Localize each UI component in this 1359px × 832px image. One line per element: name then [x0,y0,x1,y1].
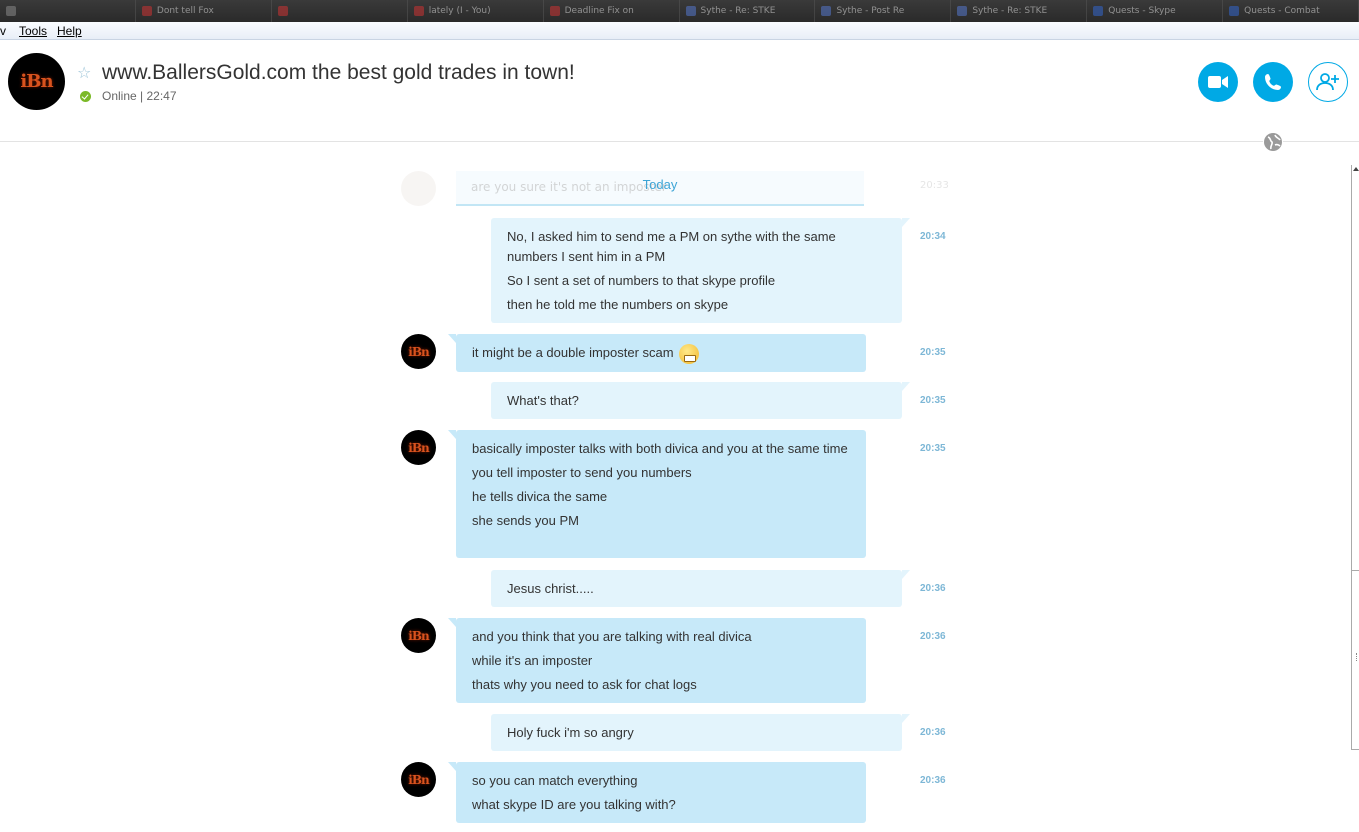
message-text: Holy fuck i'm so angry [507,725,634,740]
menu-tools[interactable]: Tools [19,24,47,38]
message-text: you tell imposter to send you numbers [472,465,692,480]
incoming-message[interactable]: and you think that you are talking with … [448,618,866,703]
message-timestamp: 20:35 [920,347,946,358]
message-text: what skype ID are you talking with? [472,797,676,812]
taskbar-item-label: Dont tell Fox [156,6,214,16]
taskbar-app-icon [6,6,16,16]
avatar-logo: iBn [408,628,429,643]
phone-icon [1265,74,1281,90]
taskbar-item-label: lately (I - You) [428,6,491,16]
message-text: No, I asked him to send me a PM on sythe… [507,229,836,264]
message-text: and you think that you are talking with … [472,629,752,644]
grimace-emoji [679,343,700,364]
online-status-icon [80,91,91,102]
taskbar-item[interactable]: Quests - Skype [1087,0,1224,22]
taskbar-item[interactable]: lately (I - You) [408,0,544,22]
chat-scrollbar[interactable] [1351,165,1359,750]
avatar-logo: iBn [20,71,53,92]
faded-avatar [401,171,436,206]
avatar-logo: iBn [408,344,429,359]
taskbar-app-icon [1093,6,1104,16]
message-text: basically imposter talks with both divic… [472,441,848,456]
message-text: while it's an imposter [472,653,593,668]
taskbar-item-label: Deadline Fix on [564,6,634,16]
taskbar-item[interactable]: Dont tell Fox [136,0,272,22]
message-timestamp: 20:35 [920,395,946,406]
taskbar-app-icon [821,6,832,16]
message-timestamp: 20:36 [920,583,946,594]
message-text: so you can match everything [472,773,638,788]
taskbar-item-label: Sythe - Post Re [836,6,905,16]
message-text: Jesus christ..... [507,581,594,596]
outgoing-message[interactable]: Jesus christ..... [491,570,910,607]
video-call-button[interactable] [1198,62,1238,102]
taskbar-item-label: Quests - Skype [1108,6,1176,16]
taskbar-item[interactable]: Sythe - Post Re [815,0,952,22]
taskbar-app-icon [141,6,152,16]
taskbar-item[interactable]: Quests - Combat [1223,0,1359,22]
sender-avatar[interactable]: iBn [401,618,436,653]
taskbar-item[interactable]: Deadline Fix on [544,0,680,22]
menu-help[interactable]: Help [57,24,82,38]
taskbar-item[interactable]: Sythe - Re: STKE [951,0,1088,22]
add-contact-button[interactable] [1308,62,1348,102]
taskbar-item[interactable]: Sythe - Re: STKE [680,0,816,22]
incoming-message[interactable]: so you can match everything what skype ID… [448,762,866,823]
taskbar-app-icon [1229,6,1240,16]
message-timestamp: 20:36 [920,727,946,738]
avatar-logo: iBn [408,772,429,787]
scroll-up-arrow-icon[interactable] [1353,167,1359,171]
menu-view[interactable]: v [0,24,6,38]
taskbar-app-icon [277,6,288,16]
message-text: then he told me the numbers on skype [507,297,729,312]
sender-avatar[interactable]: iBn [401,334,436,369]
message-timestamp: 20:35 [920,443,946,454]
message-text: thats why you need to ask for chat logs [472,677,697,692]
avatar-logo: iBn [408,440,429,455]
taskbar-item-label: Sythe - Re: STKE [700,6,776,16]
taskbar-app-icon [549,6,560,16]
conversation-header: iBn ☆ www.BallersGold.com the best gold … [0,41,1359,152]
message-text: So I sent a set of numbers to that skype… [507,273,776,288]
taskbar-item[interactable] [0,0,136,22]
taskbar-item-label: Sythe - Re: STKE [972,6,1048,16]
message-timestamp: 20:34 [920,231,946,242]
taskbar-app-icon [685,6,696,16]
contact-avatar[interactable]: iBn [8,53,65,110]
outgoing-message[interactable]: Holy fuck i'm so angry [491,714,910,751]
message-text: he tells divica the same [472,489,608,504]
message-text: What's that? [507,393,579,408]
message-timestamp: 20:36 [920,631,946,642]
message-text: it might be a double imposter scam [472,343,850,364]
message-text: she sends you PM [472,513,579,528]
incoming-message[interactable]: basically imposter talks with both divic… [448,430,866,558]
today-separator: Today [456,176,864,206]
sender-avatar[interactable]: iBn [401,762,436,797]
taskbar-item-label: Quests - Combat [1244,6,1320,16]
taskbar-app-icon [413,6,424,16]
video-call-icon [1208,76,1228,88]
contact-status: Online | 22:47 [102,89,177,103]
incoming-message[interactable]: it might be a double imposter scam [448,334,866,372]
sender-avatar[interactable]: iBn [401,430,436,465]
add-contact-icon [1316,73,1339,91]
menu-bar: v Tools Help [0,22,1359,40]
globe-icon[interactable] [1263,132,1283,152]
message-timestamp: 20:36 [920,775,946,786]
contact-name: www.BallersGold.com the best gold trades… [102,61,575,84]
taskbar: Dont tell Fox lately (I - You) Deadline Fi… [0,0,1359,22]
audio-call-button[interactable] [1253,62,1293,102]
favorite-star-icon[interactable]: ☆ [77,63,91,82]
taskbar-app-icon [957,6,968,16]
outgoing-message[interactable]: What's that? [491,382,910,419]
outgoing-message[interactable]: No, I asked him to send me a PM on sythe… [491,218,910,323]
taskbar-item[interactable] [272,0,408,22]
faded-message-time: 20:33 [920,180,949,191]
